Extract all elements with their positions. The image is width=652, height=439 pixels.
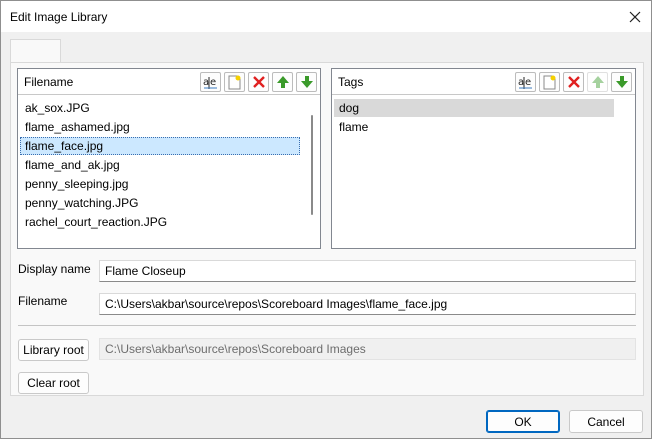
svg-text:e: e <box>210 77 216 88</box>
display-name-label: Display name <box>18 262 91 276</box>
arrow-down-icon <box>300 76 313 88</box>
filename-header-label: Filename <box>24 75 74 89</box>
arrow-up-icon <box>276 76 289 88</box>
tags-header-label: Tags <box>338 75 364 89</box>
delete-file-button[interactable] <box>248 72 269 92</box>
close-button[interactable] <box>621 5 649 29</box>
move-up-tag-button[interactable] <box>587 72 608 92</box>
filename-pane-header: Filename a e <box>18 69 320 95</box>
delete-icon <box>252 76 265 88</box>
new-file-button[interactable] <box>224 72 245 92</box>
display-name-field[interactable]: Flame Closeup <box>99 260 636 282</box>
file-list-scrollbar[interactable] <box>311 115 313 215</box>
window-title: Edit Image Library <box>10 10 108 24</box>
ok-button[interactable]: OK <box>486 410 560 433</box>
svg-text:e: e <box>525 77 531 88</box>
edit-image-library-dialog: Edit Image Library Filename a e ak_sox.J… <box>0 0 652 439</box>
library-root-button[interactable]: Library root <box>18 339 89 361</box>
separator <box>18 325 636 326</box>
file-list-item[interactable]: penny_sleeping.jpg <box>20 175 128 193</box>
filename-label: Filename <box>18 294 68 308</box>
svg-text:a: a <box>518 77 524 88</box>
filename-field[interactable]: C:\Users\akbar\source\repos\Scoreboard I… <box>99 293 636 315</box>
tags-pane: Tags a e dog flame <box>331 68 636 249</box>
move-up-file-button[interactable] <box>272 72 293 92</box>
cancel-button[interactable]: Cancel <box>569 410 643 433</box>
file-list-item[interactable]: penny_watching.JPG <box>20 194 138 212</box>
arrow-down-icon <box>615 76 628 88</box>
move-down-tag-button[interactable] <box>611 72 632 92</box>
file-list-item[interactable]: flame_ashamed.jpg <box>20 118 130 136</box>
clear-root-button[interactable]: Clear root <box>18 372 89 394</box>
tag-list-item-selected[interactable]: dog <box>334 99 614 117</box>
move-down-file-button[interactable] <box>296 72 317 92</box>
tags-pane-header: Tags a e <box>332 69 635 95</box>
new-item-icon <box>228 75 241 89</box>
spellcheck-icon: a e <box>518 76 532 89</box>
svg-text:a: a <box>203 77 209 88</box>
file-list-item-selected[interactable]: flame_face.jpg <box>20 137 300 155</box>
library-root-field: C:\Users\akbar\source\repos\Scoreboard I… <box>99 338 636 360</box>
new-tag-button[interactable] <box>539 72 560 92</box>
spellcheck-button[interactable]: a e <box>200 72 221 92</box>
new-item-icon <box>543 75 556 89</box>
close-icon <box>629 11 641 23</box>
tag-list-item[interactable]: flame <box>334 118 368 136</box>
arrow-up-icon <box>591 76 604 88</box>
delete-icon <box>567 76 580 88</box>
tab-general[interactable] <box>10 39 61 63</box>
spellcheck-icon: a e <box>203 76 217 89</box>
delete-tag-button[interactable] <box>563 72 584 92</box>
file-list-item[interactable]: flame_and_ak.jpg <box>20 156 120 174</box>
title-bar: Edit Image Library <box>1 1 651 32</box>
filename-pane: Filename a e ak_sox.JPG flame_ashamed.jp… <box>17 68 321 249</box>
file-list-item[interactable]: ak_sox.JPG <box>20 99 90 117</box>
spellcheck-tag-button[interactable]: a e <box>515 72 536 92</box>
file-list-item[interactable]: rachel_court_reaction.JPG <box>20 213 167 231</box>
